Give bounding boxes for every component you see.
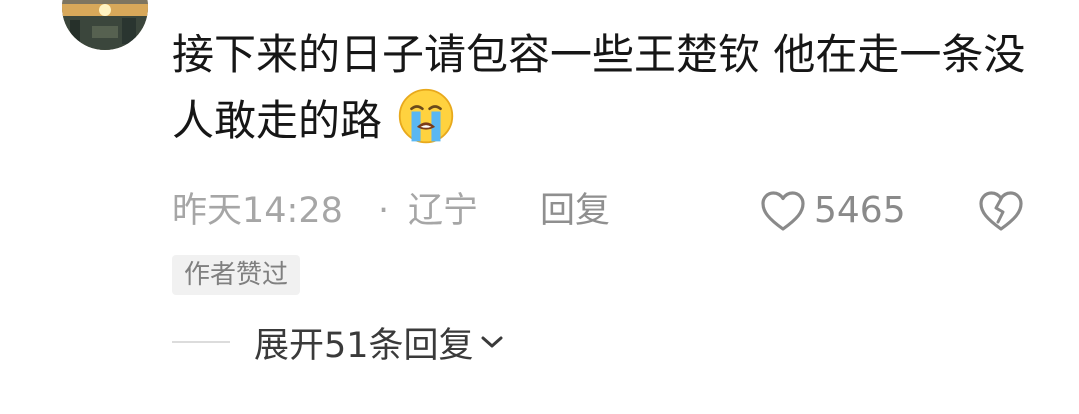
author-liked-badge: 作者赞过	[172, 255, 301, 295]
comment-text: 接下来的日子请包容一些王楚钦 他在走一条没人敢走的路	[172, 30, 1026, 145]
dislike-button[interactable]	[978, 190, 1024, 248]
meta-separator: ·	[378, 191, 390, 231]
avatar[interactable]	[62, 0, 148, 50]
comment-body: 接下来的日子请包容一些王楚钦 他在走一条没人敢走的路	[172, 22, 1032, 153]
expand-replies-row: 展开51条回复	[172, 315, 504, 369]
like-button[interactable]: 5465	[760, 184, 906, 238]
reply-button[interactable]: 回复	[540, 184, 610, 238]
divider-line	[172, 341, 230, 343]
comment-meta: 昨天14:28 · 辽宁 回复 5465	[172, 184, 1079, 238]
heart-outline-icon	[761, 191, 805, 231]
comment-location: 辽宁	[408, 191, 479, 231]
broken-heart-icon	[979, 191, 1023, 231]
chevron-down-icon	[481, 336, 503, 348]
expand-replies-label: 展开51条回复	[254, 325, 474, 366]
expand-replies-button[interactable]: 展开51条回复	[254, 317, 504, 368]
avatar-image	[62, 0, 148, 50]
comment-time: 昨天14:28	[172, 191, 343, 231]
like-count: 5465	[814, 190, 906, 231]
loudly-crying-face-emoji	[399, 88, 454, 144]
